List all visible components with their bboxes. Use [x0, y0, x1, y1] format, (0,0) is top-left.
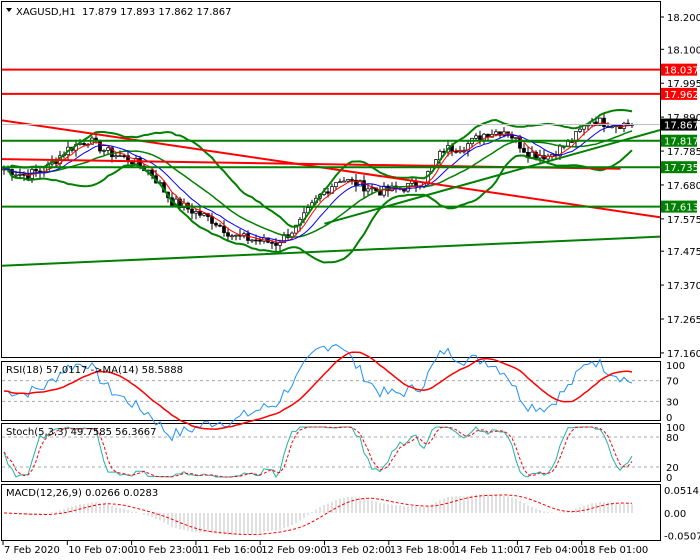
- time-tick-label: 13 Feb 02:00: [326, 545, 392, 556]
- price-tick-label: 17.370: [667, 281, 700, 292]
- candle-body: [474, 135, 478, 139]
- candle-body: [478, 135, 482, 141]
- candle-body: [346, 179, 350, 182]
- candle-body: [342, 180, 346, 183]
- candle-body: [366, 188, 370, 192]
- time-tick-label: 7 Feb 2020: [4, 545, 60, 556]
- price-tick-label: 18.200: [667, 13, 700, 24]
- candle-body: [382, 185, 386, 196]
- candle-body: [270, 241, 274, 244]
- candle-body: [246, 233, 250, 241]
- macd-label: MACD(12,26,9) 0.0266 0.0283: [6, 488, 158, 499]
- candle-body: [494, 131, 498, 135]
- candle-body: [214, 223, 218, 226]
- price-tag-label: 17.735: [664, 163, 699, 174]
- time-tick-label: 17 Feb 04:00: [518, 545, 584, 556]
- candle-body: [550, 154, 554, 157]
- price-tick-label: 17.680: [667, 181, 700, 192]
- time-tick-label: 10 Feb 23:00: [133, 545, 199, 556]
- stoch-tick-label: 80: [666, 433, 679, 444]
- candle-body: [202, 213, 206, 216]
- stoch-tick-label: 0: [666, 473, 672, 484]
- main-panel-frame: [1, 1, 661, 358]
- candle-body: [578, 128, 582, 132]
- candle-body: [102, 149, 106, 152]
- chart-canvas[interactable]: 18.03717.96217.86717.81717.73517.61318.2…: [0, 0, 700, 560]
- time-tick-label: 12 Feb 09:00: [261, 545, 327, 556]
- rsi-tick-label: 30: [666, 397, 679, 408]
- rsi-label: RSI(18) 57.0117 ->MA(14) 58.5888: [6, 365, 183, 376]
- trading-chart-window: 18.037 17.962 17.867 17.817 17.735 17.613 18.2…: [0, 0, 700, 560]
- price-tick-label: 17.785: [667, 147, 700, 158]
- candle-body: [326, 191, 330, 194]
- candle-body: [218, 224, 222, 227]
- candle-body: [602, 117, 606, 127]
- candle-body: [514, 137, 518, 139]
- candle-body: [462, 150, 466, 153]
- rsi-ma-line: [3, 351, 633, 430]
- candle-body: [234, 234, 238, 237]
- candle-body: [198, 211, 202, 216]
- price-tick-label: 17.575: [667, 215, 700, 226]
- rsi-tick-label: 100: [666, 361, 685, 372]
- candle-body: [38, 170, 42, 173]
- price-tick-label: 18.100: [667, 45, 700, 56]
- candle-body: [610, 126, 614, 129]
- macd-tick-label: 0.00: [664, 509, 686, 520]
- price-tick-label: 17.265: [667, 315, 700, 326]
- price-plot: [1, 68, 661, 267]
- candle-body: [114, 155, 118, 158]
- candle-body: [14, 174, 18, 177]
- candle-body: [194, 211, 198, 214]
- candle-body: [338, 181, 342, 183]
- candle-body: [274, 242, 278, 246]
- candle-body: [82, 143, 86, 145]
- candle-body: [18, 173, 22, 176]
- candle-body: [226, 232, 230, 237]
- candle-body: [222, 225, 226, 234]
- price-tick-label: 17.995: [667, 79, 700, 90]
- macd-tick-label: -0.0507: [664, 532, 700, 543]
- time-tick-label: 10 Feb 07:00: [68, 545, 134, 556]
- collapse-triangle-icon[interactable]: [6, 8, 12, 12]
- candle-body: [254, 239, 258, 242]
- time-tick-label: 11 Feb 16:00: [197, 545, 263, 556]
- candle-body: [370, 187, 374, 190]
- stoch-label: Stoch(5,3,3) 49.7585 56.3667: [6, 427, 157, 438]
- price-tick-label: 17.475: [667, 247, 700, 258]
- candle-body: [210, 216, 214, 224]
- price-tag-label: 17.962: [664, 90, 699, 101]
- candle-body: [458, 150, 462, 153]
- macd-signal-line: [4, 494, 633, 535]
- candle-body: [34, 169, 38, 172]
- macd-tick-label: 0.0514: [664, 486, 699, 497]
- candle-body: [122, 155, 126, 158]
- candle-body: [530, 151, 534, 158]
- candle-body: [118, 155, 122, 158]
- price-tag-label: 17.613: [664, 203, 699, 214]
- candle-body: [454, 150, 458, 153]
- price-tag-label: 18.037: [664, 66, 699, 77]
- candle-body: [190, 208, 194, 214]
- price-tick-label: 17.160: [667, 349, 700, 360]
- candle-body: [278, 242, 282, 246]
- candle-body: [362, 180, 366, 192]
- rsi-tick-label: 70: [666, 377, 679, 388]
- time-tick-label: 14 Feb 11:00: [454, 545, 520, 556]
- candle-body: [250, 239, 254, 242]
- ohlc-values: 17.879 17.893 17.862 17.867: [82, 7, 232, 18]
- symbol-label: XAGUSD,H1: [16, 7, 76, 18]
- candle-body: [230, 235, 234, 238]
- candle-body: [334, 182, 338, 187]
- candle-body: [258, 239, 262, 242]
- candle-body: [350, 179, 354, 181]
- price-tick-label: 17.890: [667, 113, 700, 124]
- time-tick-label: 13 Feb 18:00: [390, 545, 456, 556]
- time-tick-label: 18 Feb 01:00: [583, 545, 649, 556]
- candle-body: [106, 147, 110, 151]
- candle-body: [522, 147, 526, 153]
